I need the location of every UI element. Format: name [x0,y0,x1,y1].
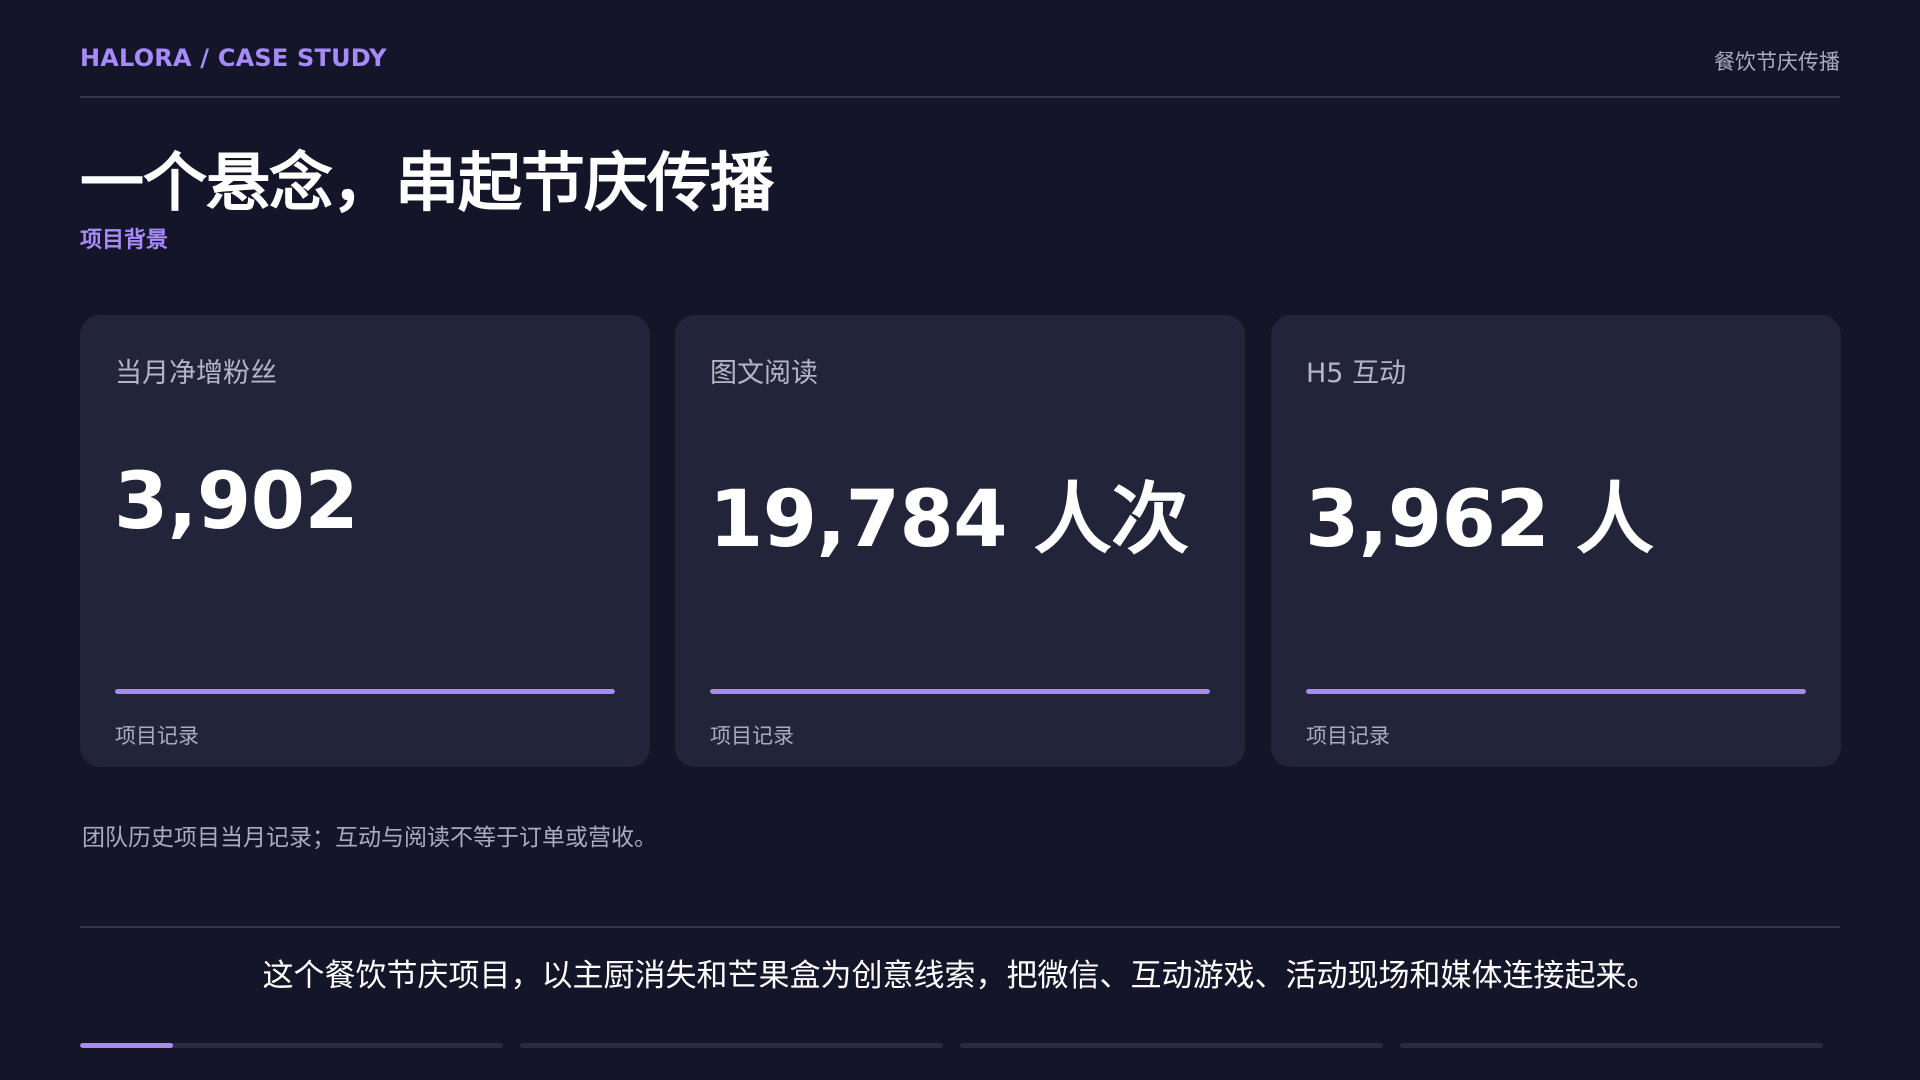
metric-card-reads: 图文阅读 19,784 人次 项目记录 [675,315,1245,767]
metric-value: 3,962 人 [1305,475,1654,565]
footnote: 团队历史项目当月记录；互动与阅读不等于订单或营收。 [82,825,657,851]
metric-note: 项目记录 [710,724,794,748]
metric-label: 图文阅读 [710,358,818,389]
metric-value: 19,784 人次 [709,475,1189,565]
metric-note: 项目记录 [1306,724,1390,748]
metric-card-h5: H5 互动 3,962 人 项目记录 [1271,315,1841,767]
progress-segment[interactable] [80,1043,503,1048]
divider [80,926,1840,928]
metric-bar [115,689,615,694]
metric-cards: 当月净增粉丝 3,902 项目记录 图文阅读 19,784 人次 项目记录 H5… [80,315,1841,767]
metric-card-followers: 当月净增粉丝 3,902 项目记录 [80,315,650,767]
slide-page: HALORA / CASE STUDY 餐饮节庆传播 一个悬念，串起节庆传播 项… [0,0,1920,1080]
progress-segment[interactable] [520,1043,943,1048]
metric-label: 当月净增粉丝 [115,358,277,389]
progress-segment-fill [80,1043,174,1048]
topic-label: 餐饮节庆传播 [1714,50,1840,74]
slide-progress [80,1043,1824,1048]
progress-segment[interactable] [1400,1043,1823,1048]
metric-note: 项目记录 [115,724,199,748]
metric-bar-fill [115,689,615,694]
metric-bar [710,689,1210,694]
top-bar: HALORA / CASE STUDY 餐饮节庆传播 [80,0,1840,98]
progress-segment[interactable] [960,1043,1383,1048]
metric-bar [1306,689,1806,694]
metric-bar-fill [1306,689,1806,694]
metric-label: H5 互动 [1306,358,1407,389]
metric-bar-fill [710,689,1210,694]
brand-label: HALORA / CASE STUDY [80,44,387,72]
page-title: 一个悬念，串起节庆传播 [80,147,774,221]
metric-value: 3,902 [114,457,359,547]
page-subtitle: 项目背景 [80,228,169,253]
summary-text: 这个餐饮节庆项目，以主厨消失和芒果盒为创意线索，把微信、互动游戏、活动现场和媒体… [262,958,1658,994]
